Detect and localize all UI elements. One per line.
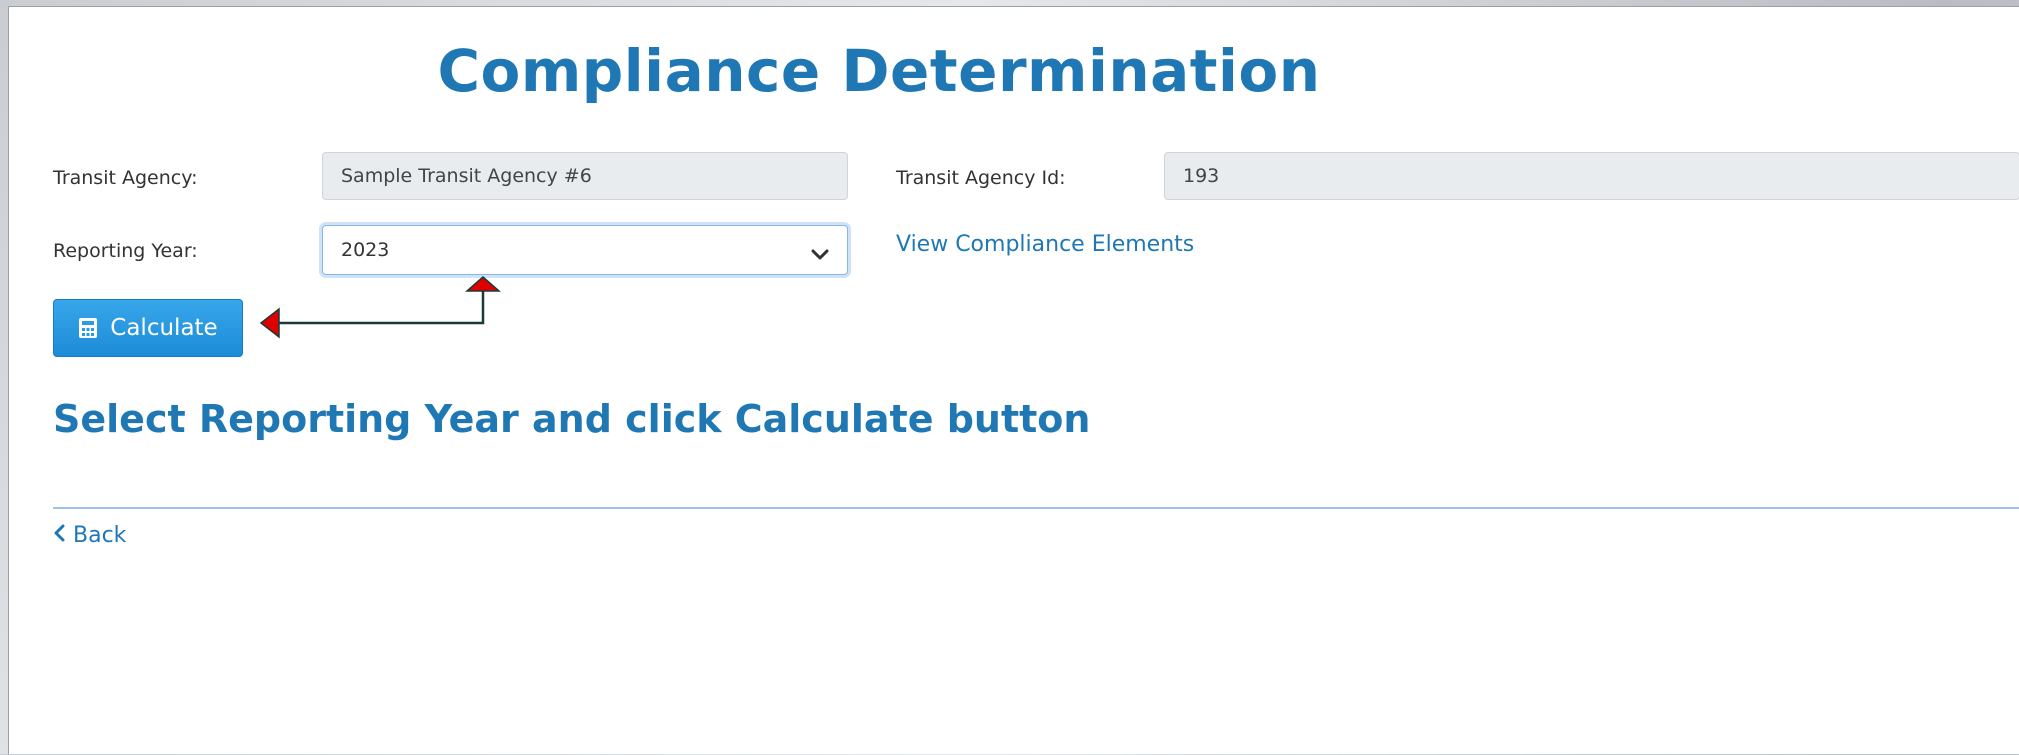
annotation-arrow — [259, 276, 501, 339]
view-compliance-elements-link[interactable]: View Compliance Elements — [896, 232, 1194, 257]
transit-agency-id-field: 193 — [1164, 152, 2019, 200]
back-link[interactable]: Back — [53, 523, 126, 548]
transit-agency-label: Transit Agency: — [53, 167, 198, 189]
calculator-icon — [78, 317, 98, 339]
reporting-year-label: Reporting Year: — [53, 240, 198, 262]
calculate-button[interactable]: Calculate — [53, 299, 243, 357]
divider — [53, 507, 2019, 509]
transit-agency-value: Sample Transit Agency #6 — [341, 165, 592, 187]
calculate-label: Calculate — [110, 315, 218, 341]
compliance-panel: Compliance Determination Transit Agency:… — [8, 6, 2019, 754]
chevron-left-icon — [53, 523, 65, 548]
reporting-year-value: 2023 — [341, 239, 390, 261]
transit-agency-id-label: Transit Agency Id: — [896, 167, 1066, 189]
reporting-year-select[interactable]: 2023 — [322, 225, 848, 275]
back-label: Back — [73, 523, 127, 548]
chevron-down-icon — [811, 244, 829, 260]
transit-agency-field: Sample Transit Agency #6 — [322, 152, 848, 200]
page-title: Compliance Determination — [437, 37, 1321, 105]
transit-agency-id-value: 193 — [1183, 165, 1220, 187]
instruction-heading: Select Reporting Year and click Calculat… — [53, 397, 1091, 441]
